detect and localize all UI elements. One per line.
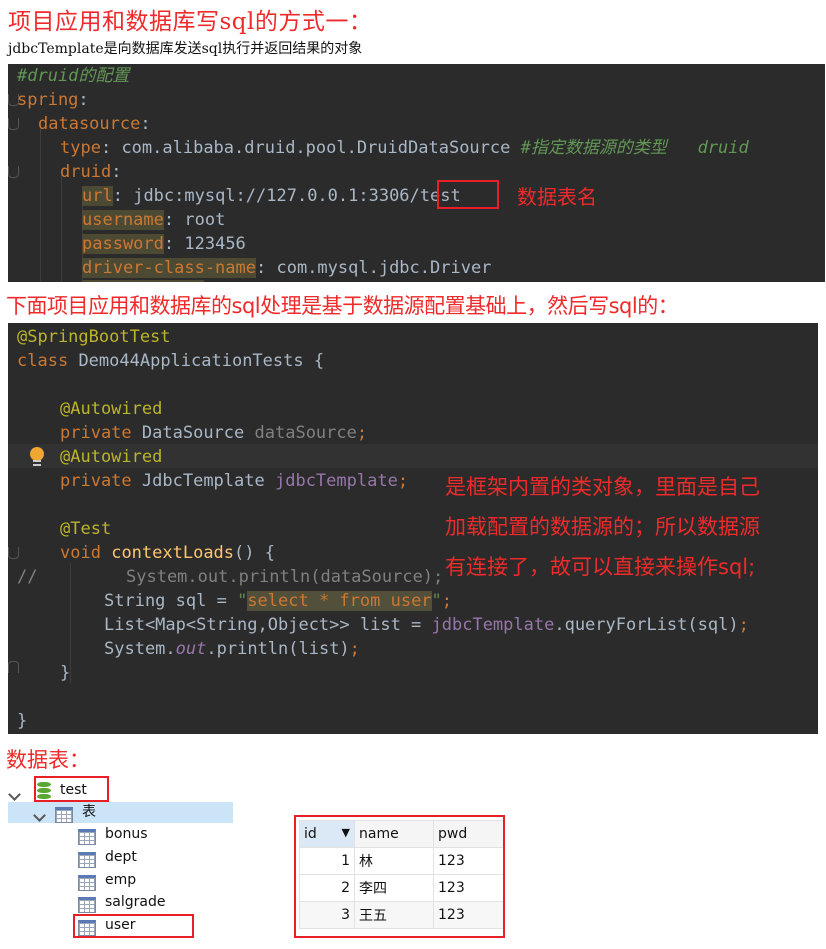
tree-item-table[interactable]: dept [105,846,137,868]
method-params: () { [234,543,275,563]
private-keyword: private [60,471,132,491]
class-name: Demo44ApplicationTests { [78,351,325,371]
yaml-value-password: 123456 [184,234,246,254]
indent-guide [40,124,41,282]
indent-guide [61,172,62,282]
method-declaration: void contextLoads() { [60,541,275,565]
springboot-annotation: @SpringBootTest [17,327,171,347]
yaml-key-type: type [60,138,101,158]
yaml-config-code-block: #druid的配置 spring: datasource: type: com.… [8,64,825,282]
lightbulb-icon[interactable] [30,447,44,461]
sql-string: select * from user [247,591,432,611]
fold-marker-icon[interactable] [8,661,19,673]
class-close-brace: } [17,711,28,731]
page-title: 项目应用和数据库写sql的方式一： [8,9,373,35]
query-call: .queryForList(sql) [554,615,739,635]
chevron-down-icon [8,788,21,801]
commented-println-line: System.out.println(dataSource); [126,567,444,587]
yaml-value-url-prefix: jdbc:mysql://127.0.0.1:3306/ [133,186,420,206]
query-line: List<Map<String,Object>> list = jdbcTemp… [104,615,749,635]
yaml-key-spring: spring [17,90,79,110]
datasource-field: dataSource [254,423,357,443]
data-grid-highlight-box [294,815,505,938]
datasource-field-line: private DataSource dataSource; [60,423,368,443]
yaml-value-driver: com.mysql.jdbc.Driver [276,258,492,278]
yaml-line-type: type: com.alibaba.druid.pool.DruidDataSo… [60,138,749,158]
table-icon [78,894,96,913]
private-keyword: private [60,423,132,443]
yaml-key-driver: driver-class-name [82,258,256,278]
db-name-annotation: 数据表名 [517,185,597,209]
method-close-brace: } [60,663,71,683]
yaml-key-password: password [82,234,164,254]
fold-marker-icon[interactable] [8,118,19,130]
note-line-1: 是框架内置的类对象，里面是自己 [445,475,760,499]
table-icon [78,826,96,845]
fold-marker-icon[interactable] [8,166,19,178]
sql-declaration-line: String sql = "select * from user"; [104,591,453,611]
jdbctemplate-ref: jdbcTemplate [431,615,555,635]
test-annotation: @Test [60,519,112,539]
yaml-key-datasource: datasource [38,114,141,134]
method-name: contextLoads [111,543,235,563]
jdbctemplate-type: JdbcTemplate [141,471,265,491]
user-table-highlight-box [73,914,194,938]
jdbctemplate-field: jdbcTemplate [274,471,398,491]
tree-item-table[interactable]: bonus [105,823,148,845]
print-call: .println(list) [206,639,350,659]
list-declaration: List<Map<String,Object>> list = [104,615,432,635]
yaml-line-password: password: 123456 [82,234,246,254]
yaml-line-druid: druid: [60,162,122,182]
void-keyword: void [60,543,101,563]
print-line: System.out.println(list); [104,639,360,659]
class-declaration: class Demo44ApplicationTests { [17,349,324,373]
tree-item-tables-folder[interactable]: 表 [82,801,96,823]
tree-expand-db[interactable] [8,784,21,803]
table-icon [78,849,96,868]
yaml-line-url: url: jdbc:mysql://127.0.0.1:3306/test [82,186,461,206]
note-line-3: 有连接了，故可以直接来操作sql; [445,555,756,579]
yaml-key-url: url [82,186,113,206]
section-heading-sql: 下面项目应用和数据库的sql处理是基于数据源配置基础上，然后写sql的： [6,294,679,318]
tables-folder-icon [55,804,73,823]
yaml-line-spring: spring: [17,90,89,110]
jdbctemplate-field-line: private JdbcTemplate jdbcTemplate; [60,471,409,491]
lightbulb-base-icon [33,460,41,466]
yaml-key-druid: druid [60,162,112,182]
datasource-type: DataSource [141,423,245,443]
note-line-2: 加载配置的数据源的；所以数据源 [445,515,760,539]
yaml-key-username: username [82,210,164,230]
tree-item-table[interactable]: emp [105,869,136,891]
yaml-line-driver: driver-class-name: com.mysql.jdbc.Driver [82,258,492,278]
yaml-value-type: com.alibaba.druid.pool.DruidDataSource [121,138,511,158]
sql-declaration: String sql = [104,591,238,611]
autowired-annotation: @Autowired [60,399,163,419]
yaml-line-datasource: datasource: [38,114,151,134]
print-out: out [175,639,207,659]
class-keyword: class [17,351,69,371]
clipped-line-highlight [82,280,204,282]
yaml-line-username: username: root [82,210,226,230]
tree-expand-tables[interactable] [33,805,46,824]
fold-marker-icon[interactable] [8,547,19,559]
page-subtitle: jdbcTemplate是向数据库发送sql执行并返回结果的对象 [8,41,363,57]
db-name-highlight-box [437,180,499,209]
yaml-value-username: root [184,210,226,230]
autowired-annotation: @Autowired [60,447,163,467]
comment-marker: // [17,567,38,587]
tree-item-table[interactable]: salgrade [105,891,165,913]
yaml-comment-line: #druid的配置 [17,66,130,86]
db-highlight-box [34,776,109,802]
yaml-type-comment: #指定数据源的类型 druid [520,138,749,158]
table-icon [78,872,96,891]
section-heading-tables: 数据表： [6,748,90,772]
chevron-down-icon [33,809,46,822]
print-prefix: System. [104,639,176,659]
